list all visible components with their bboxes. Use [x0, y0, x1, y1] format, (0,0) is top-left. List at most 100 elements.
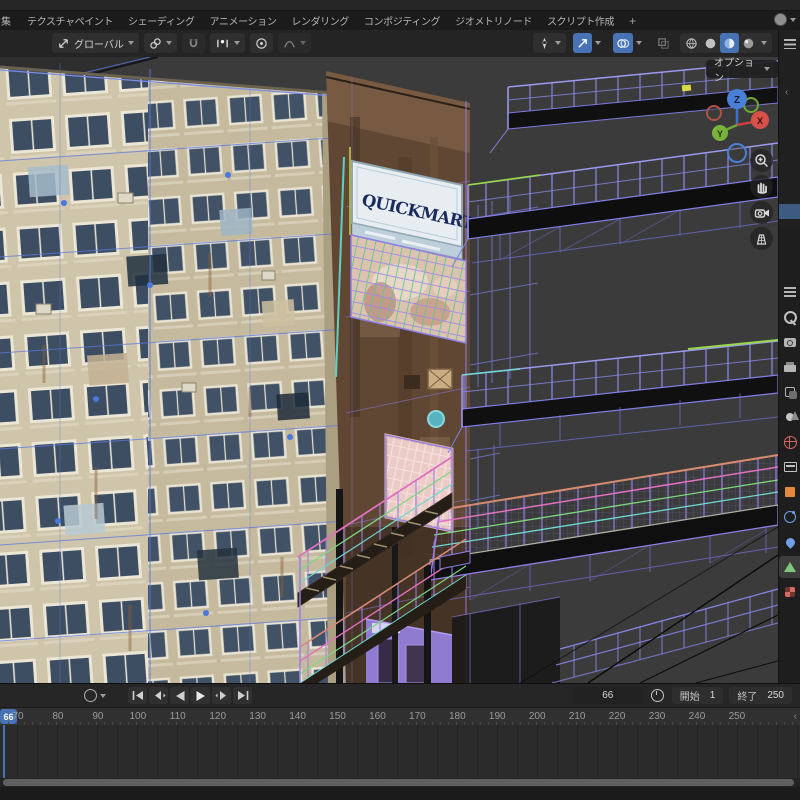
ruler-tick-160: 160: [362, 711, 392, 722]
collapse-arrow-icon[interactable]: ‹: [785, 87, 788, 98]
use-preview-range-button[interactable]: [649, 687, 666, 704]
proportional-falloff-button[interactable]: [278, 33, 311, 53]
ruler-tick-100: 100: [123, 711, 153, 722]
properties-tab-material[interactable]: [779, 581, 800, 603]
snap-magnet-button[interactable]: [182, 33, 205, 53]
shading-mode-group: [680, 33, 772, 53]
ruler-tick-200: 200: [522, 711, 552, 722]
properties-tab-physics[interactable]: [779, 531, 800, 553]
workspace-tab-3[interactable]: シェーディング: [127, 11, 196, 30]
pan-hand-button[interactable]: [750, 175, 773, 198]
start-frame-label: 開始: [680, 688, 700, 703]
gizmo-toggle-button[interactable]: [573, 33, 592, 53]
properties-tab-constraints[interactable]: [779, 506, 800, 528]
current-frame-field[interactable]: 66: [573, 687, 643, 704]
outliner-selected-row[interactable]: [779, 204, 800, 219]
topbar: 集テクスチャペイントシェーディングアニメーションレンダリングコンポジティングジオ…: [0, 0, 800, 30]
play-reverse-button[interactable]: [170, 687, 189, 704]
properties-tab-object[interactable]: [779, 481, 800, 503]
snap-target-button[interactable]: [210, 33, 245, 53]
properties-tab-tool[interactable]: [779, 306, 800, 328]
shading-rendered-button[interactable]: [739, 33, 758, 53]
show-gizmo-button[interactable]: [533, 33, 566, 53]
properties-tab-editor-type[interactable]: [779, 281, 800, 303]
apartment-building[interactable]: [0, 57, 346, 683]
playhead-line[interactable]: [3, 725, 5, 778]
3d-viewport[interactable]: QUICKMART: [0, 57, 778, 683]
ruler-tick-230: 230: [642, 711, 672, 722]
render-icon: [784, 338, 796, 347]
hand-icon: [754, 179, 769, 194]
workspace-tab-6[interactable]: コンポジティング: [363, 11, 441, 30]
workspace-tab-1[interactable]: 集: [0, 11, 13, 30]
zoom-button[interactable]: [750, 149, 773, 172]
transform-orientation-button[interactable]: グローバル: [52, 33, 139, 53]
properties-tab-view-layer[interactable]: [779, 381, 800, 403]
timeline-editor: 66 開始 1 終了 250 66 ‹ 70809010011012013014…: [0, 683, 800, 800]
orthographic-toggle-button[interactable]: [750, 227, 773, 250]
chevron-down-icon[interactable]: [636, 41, 642, 45]
axis-neg-z-ball[interactable]: [728, 144, 746, 162]
workspace-tab-8[interactable]: スクリプト作成: [546, 11, 615, 30]
timeline-tracks[interactable]: [0, 725, 800, 778]
properties-tab-scene[interactable]: [779, 406, 800, 428]
empty-marker[interactable]: [428, 411, 444, 427]
material-preview-sphere-icon: [723, 37, 736, 50]
proportional-editing-button[interactable]: [250, 33, 273, 53]
play-icon: [194, 690, 208, 702]
prev-keyframe-button[interactable]: [149, 687, 168, 704]
properties-tab-collection[interactable]: [779, 456, 800, 478]
shading-material-preview-button[interactable]: [720, 33, 739, 53]
chevron-down-icon: [128, 41, 134, 45]
end-frame-label: 終了: [737, 688, 757, 703]
output-icon: [784, 365, 796, 372]
shading-wireframe-button[interactable]: [682, 33, 701, 53]
outliner-icon[interactable]: [784, 39, 796, 49]
timeline-header: 66 開始 1 終了 250: [0, 684, 800, 707]
ruler-tick-180: 180: [442, 711, 472, 722]
play-button[interactable]: [191, 687, 210, 704]
chevron-down-icon: [555, 41, 561, 45]
outliner-strip[interactable]: ‹: [779, 57, 800, 229]
properties-tab-object-data[interactable]: [779, 556, 800, 578]
right-editor-strip: ‹: [778, 57, 800, 683]
workspace-tab-5[interactable]: レンダリング: [290, 11, 350, 30]
world-icon: [784, 436, 797, 449]
add-workspace-button[interactable]: +: [628, 12, 637, 30]
jump-to-start-button[interactable]: [128, 687, 147, 704]
properties-tab-render[interactable]: [779, 331, 800, 353]
properties-tab-world[interactable]: [779, 431, 800, 453]
shading-solid-button[interactable]: [701, 33, 720, 53]
camera-view-button[interactable]: [750, 201, 773, 224]
end-frame-field[interactable]: 終了 250: [729, 687, 792, 704]
timeline-ruler[interactable]: 66 ‹ 70809010011012013014015016017018019…: [0, 707, 800, 726]
jump-to-end-button[interactable]: [233, 687, 252, 704]
viewport-header-row: グローバル: [0, 30, 800, 57]
keying-set-button[interactable]: [84, 689, 106, 702]
axis-neg-x-ball[interactable]: [707, 106, 721, 120]
blender-window: 集テクスチャペイントシェーディングアニメーションレンダリングコンポジティングジオ…: [0, 0, 800, 800]
overlays-button[interactable]: [613, 33, 633, 53]
outliner-header: [778, 30, 800, 58]
timeline-scrollbar[interactable]: [3, 779, 794, 786]
pivot-point-button[interactable]: [144, 33, 177, 53]
falloff-curve-icon: [283, 37, 296, 50]
timeline-collapse-arrow[interactable]: ‹: [794, 711, 797, 722]
properties-tab-output[interactable]: [779, 356, 800, 378]
start-frame-field[interactable]: 開始 1: [672, 687, 724, 704]
ruler-tick-170: 170: [402, 711, 432, 722]
workspace-tab-7[interactable]: ジオメトリノード: [454, 11, 533, 30]
axis-x-label: X: [757, 116, 763, 126]
clock-icon: [651, 689, 664, 702]
next-keyframe-button[interactable]: [212, 687, 231, 704]
workspace-tab-2[interactable]: テクスチャペイント: [26, 11, 114, 30]
workspace-tab-4[interactable]: アニメーション: [209, 11, 278, 30]
rendered-sphere-icon: [742, 37, 755, 50]
xray-toggle-button[interactable]: [652, 33, 675, 53]
chevron-down-icon[interactable]: [761, 41, 767, 45]
chevron-down-icon[interactable]: [595, 41, 601, 45]
chevron-down-icon[interactable]: [790, 18, 796, 22]
gizmo-icon: [538, 37, 551, 50]
scene-icon[interactable]: [774, 13, 787, 26]
view-layer-icon: [785, 387, 795, 397]
